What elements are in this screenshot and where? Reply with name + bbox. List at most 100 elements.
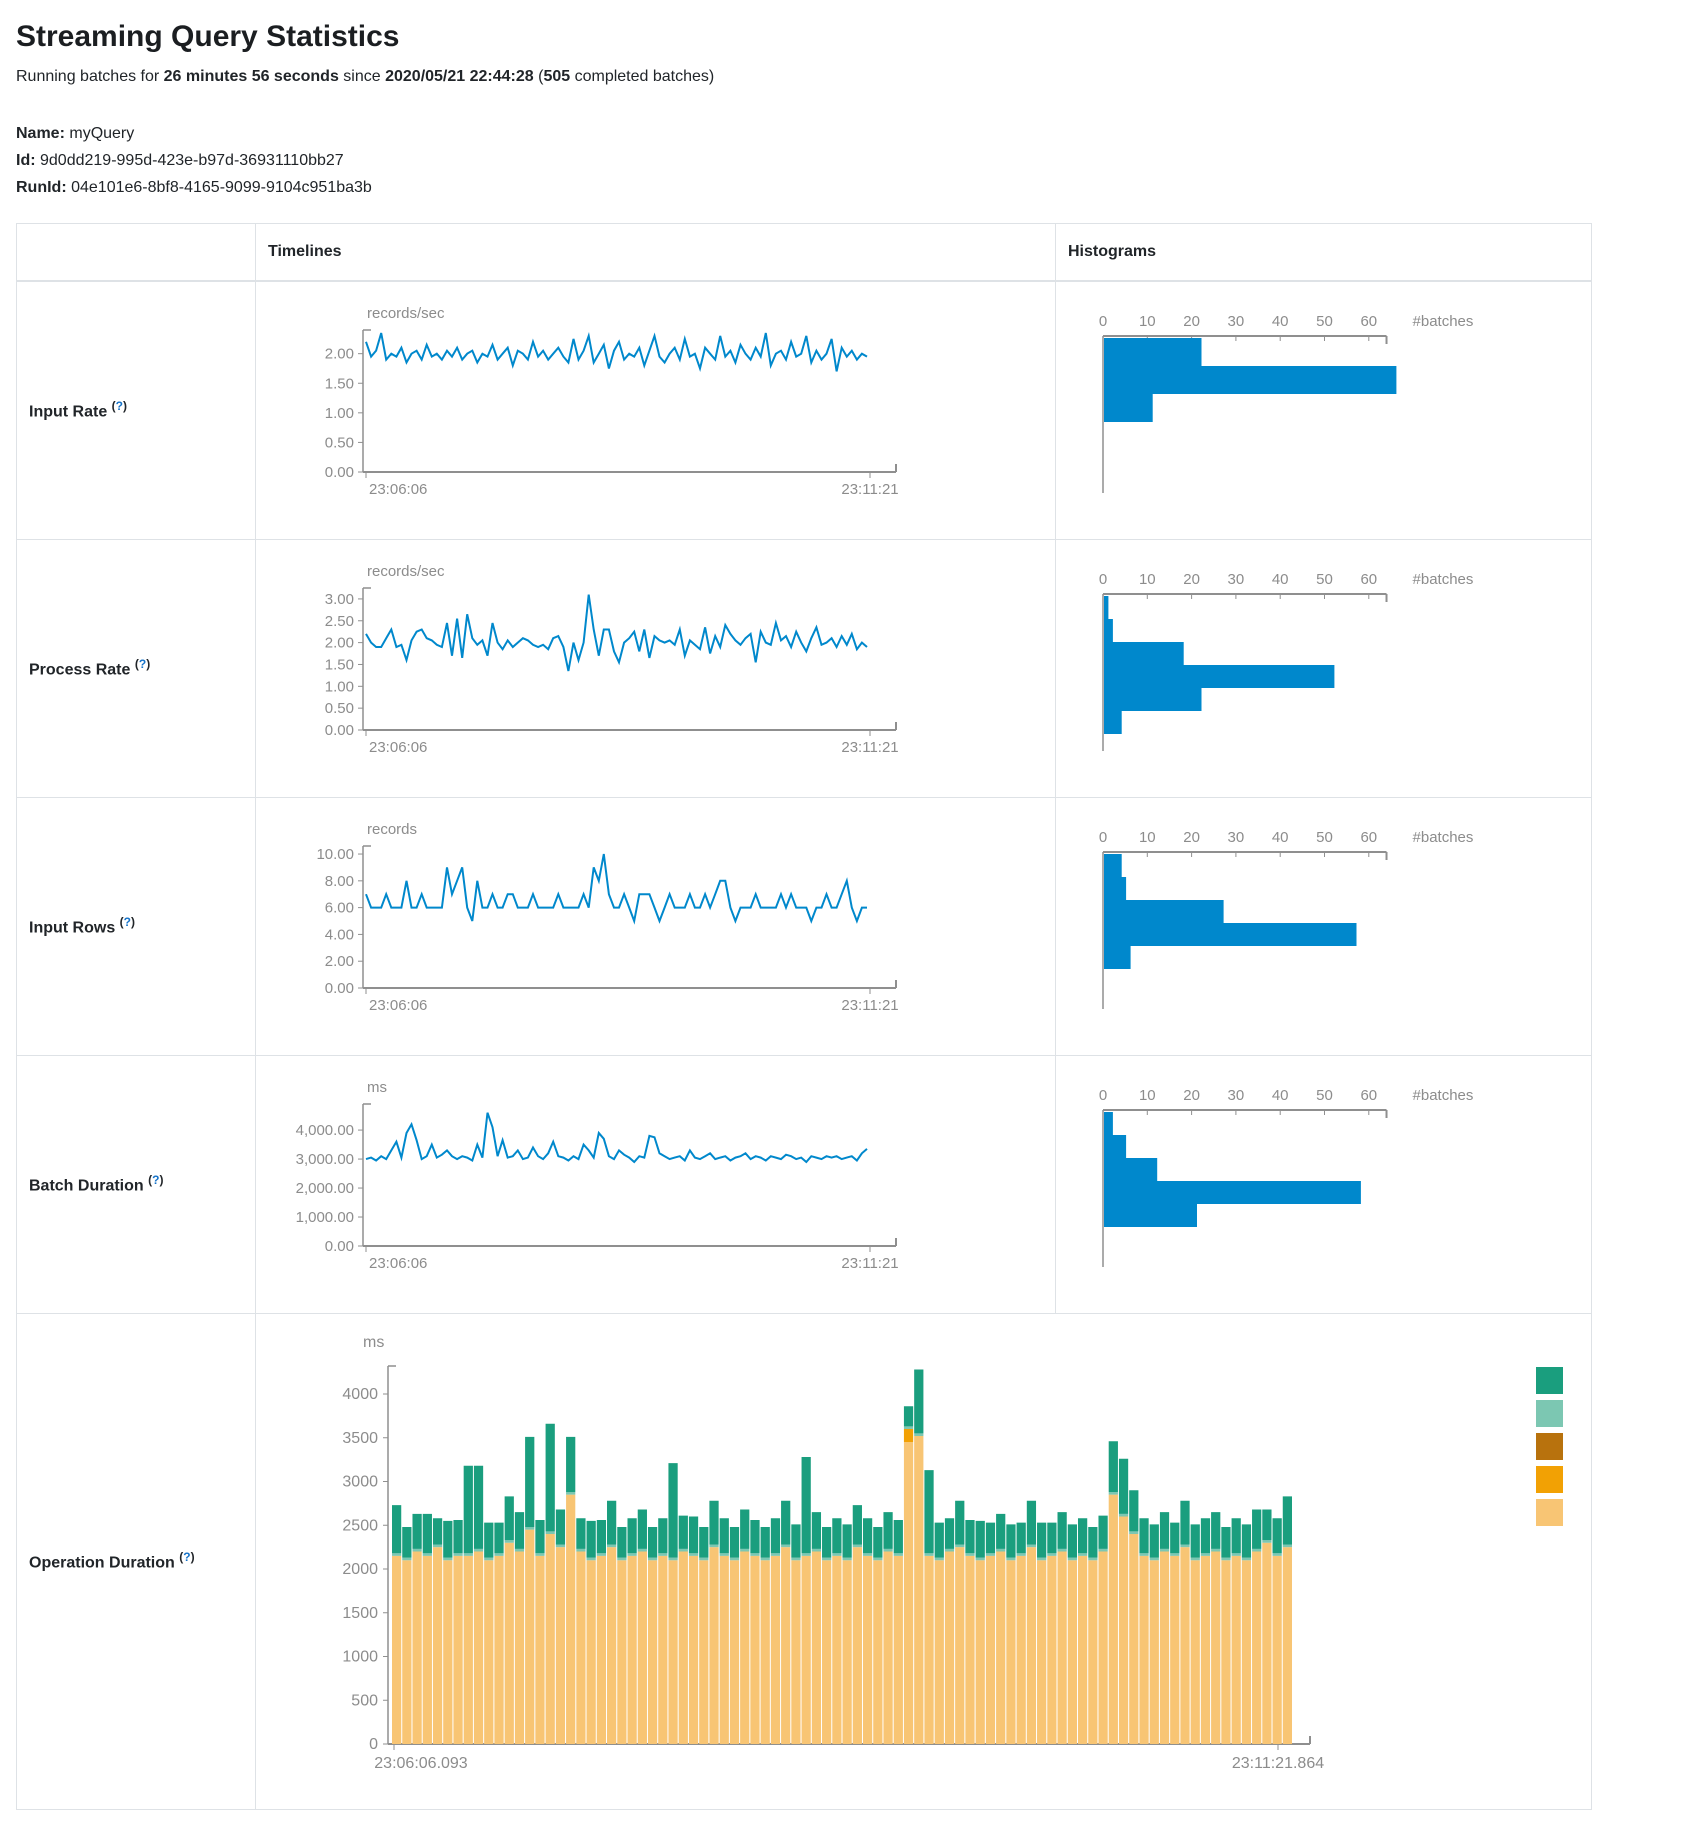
id-label: Id:: [16, 152, 36, 169]
svg-text:60: 60: [1360, 571, 1377, 588]
svg-text:23:11:21.864: 23:11:21.864: [1232, 1755, 1324, 1772]
input-rate-histogram-chart: 0102030405060#batches: [1058, 310, 1591, 510]
svg-text:records/sec: records/sec: [367, 305, 445, 322]
svg-text:1000: 1000: [342, 1649, 378, 1666]
start-timestamp: 2020/05/21 22:44:28: [385, 68, 534, 85]
help-icon[interactable]: (?): [112, 399, 127, 413]
summary-text: completed batches): [570, 68, 714, 85]
help-icon[interactable]: (?): [148, 1173, 163, 1187]
input-rows-timeline-chart: records10.008.006.004.002.000.0023:06:06…: [258, 820, 1055, 1032]
name-label: Name:: [16, 125, 65, 142]
svg-text:10.00: 10.00: [316, 846, 354, 863]
legend-swatch: [1536, 1367, 1563, 1394]
query-runid-line: RunId: 04e101e6-8bf8-4165-9099-9104c951b…: [16, 174, 1677, 201]
svg-text:#batches: #batches: [1413, 313, 1474, 330]
query-name-line: Name: myQuery: [16, 120, 1677, 147]
svg-text:23:06:06: 23:06:06: [369, 481, 427, 498]
svg-text:40: 40: [1272, 1087, 1289, 1104]
svg-text:4,000.00: 4,000.00: [296, 1122, 354, 1139]
svg-text:50: 50: [1316, 571, 1333, 588]
query-runid-value: 04e101e6-8bf8-4165-9099-9104c951ba3b: [71, 179, 372, 196]
row-label-operation-duration: Operation Duration (?): [17, 1313, 256, 1809]
process-rate-row: Process Rate (?) records/sec3.002.502.00…: [17, 539, 1592, 797]
process-rate-histogram-chart: 0102030405060#batches: [1058, 568, 1591, 768]
svg-text:60: 60: [1360, 1087, 1377, 1104]
help-icon[interactable]: (?): [135, 657, 150, 671]
svg-text:10: 10: [1139, 829, 1156, 846]
table-header-row: Timelines Histograms: [17, 224, 1592, 282]
svg-text:2.00: 2.00: [325, 635, 354, 652]
legend-swatch: [1536, 1499, 1563, 1526]
help-question-mark[interactable]: ?: [183, 1550, 190, 1564]
svg-text:0.00: 0.00: [325, 464, 354, 481]
row-label-batch-duration: Batch Duration (?): [17, 1055, 256, 1313]
page-title: Streaming Query Statistics: [16, 20, 1677, 54]
help-icon[interactable]: (?): [120, 915, 135, 929]
svg-text:20: 20: [1183, 571, 1200, 588]
running-batches-summary: Running batches for 26 minutes 56 second…: [16, 68, 1677, 86]
svg-text:10: 10: [1139, 571, 1156, 588]
svg-text:1.50: 1.50: [325, 376, 354, 393]
row-label-input-rate: Input Rate (?): [17, 281, 256, 539]
runid-label: RunId:: [16, 179, 67, 196]
svg-text:1500: 1500: [342, 1605, 378, 1622]
svg-text:ms: ms: [367, 1079, 387, 1096]
operation-duration-row: Operation Duration (?) ms400035003000250…: [17, 1313, 1592, 1809]
help-question-mark[interactable]: ?: [124, 915, 131, 929]
svg-text:0: 0: [369, 1736, 378, 1753]
svg-text:0.50: 0.50: [325, 435, 354, 452]
svg-text:#batches: #batches: [1413, 571, 1474, 588]
operation-duration-stacked-chart: ms4000350030002500200015001000500023:06:…: [258, 1327, 1591, 1795]
legend-swatch: [1536, 1400, 1563, 1427]
svg-text:23:06:06.093: 23:06:06.093: [374, 1755, 468, 1772]
svg-text:20: 20: [1183, 313, 1200, 330]
empty-header-cell: [17, 224, 256, 282]
row-label-text: Process Rate: [29, 661, 130, 678]
help-question-mark[interactable]: ?: [116, 399, 123, 413]
svg-text:#batches: #batches: [1413, 829, 1474, 846]
process-rate-timeline-chart: records/sec3.002.502.001.501.000.500.002…: [258, 562, 1055, 774]
row-label-text: Input Rate: [29, 403, 107, 420]
svg-text:23:11:21: 23:11:21: [841, 997, 898, 1014]
svg-text:0: 0: [1099, 1087, 1107, 1104]
svg-text:1.00: 1.00: [325, 405, 354, 422]
svg-text:2500: 2500: [342, 1517, 378, 1534]
completed-batches-count: 505: [543, 68, 570, 85]
svg-text:2.00: 2.00: [325, 953, 354, 970]
summary-text: Running batches for: [16, 68, 164, 85]
statistics-table: Timelines Histograms Input Rate (?) reco…: [16, 223, 1592, 1810]
svg-text:0.00: 0.00: [325, 1238, 354, 1255]
svg-text:40: 40: [1272, 571, 1289, 588]
svg-text:50: 50: [1316, 829, 1333, 846]
query-metadata: Name: myQuery Id: 9d0dd219-995d-423e-b97…: [16, 120, 1677, 201]
svg-text:4.00: 4.00: [325, 926, 354, 943]
svg-text:30: 30: [1228, 1087, 1245, 1104]
svg-text:23:06:06: 23:06:06: [369, 1255, 427, 1272]
help-paren: ): [191, 1550, 195, 1564]
svg-text:8.00: 8.00: [325, 873, 354, 890]
svg-text:23:06:06: 23:06:06: [369, 739, 427, 756]
query-name-value: myQuery: [69, 125, 134, 142]
svg-text:2.00: 2.00: [325, 346, 354, 363]
svg-text:30: 30: [1228, 571, 1245, 588]
svg-text:40: 40: [1272, 829, 1289, 846]
row-label-input-rows: Input Rows (?): [17, 797, 256, 1055]
svg-text:2000: 2000: [342, 1561, 378, 1578]
svg-text:20: 20: [1183, 1087, 1200, 1104]
svg-text:20: 20: [1183, 829, 1200, 846]
running-duration: 26 minutes 56 seconds: [164, 68, 339, 85]
query-id-line: Id: 9d0dd219-995d-423e-b97d-36931110bb27: [16, 147, 1677, 174]
svg-text:0: 0: [1099, 829, 1107, 846]
svg-text:3.00: 3.00: [325, 591, 354, 608]
svg-text:1.50: 1.50: [325, 656, 354, 673]
svg-text:0.50: 0.50: [325, 700, 354, 717]
query-id-value: 9d0dd219-995d-423e-b97d-36931110bb27: [40, 152, 344, 169]
input-rate-timeline-chart: records/sec2.001.501.000.500.0023:06:062…: [258, 304, 1055, 516]
svg-text:3,000.00: 3,000.00: [296, 1151, 354, 1168]
svg-text:50: 50: [1316, 313, 1333, 330]
help-icon[interactable]: (?): [179, 1550, 194, 1564]
svg-text:60: 60: [1360, 313, 1377, 330]
svg-text:40: 40: [1272, 313, 1289, 330]
svg-text:0.00: 0.00: [325, 722, 354, 739]
svg-text:6.00: 6.00: [325, 900, 354, 917]
